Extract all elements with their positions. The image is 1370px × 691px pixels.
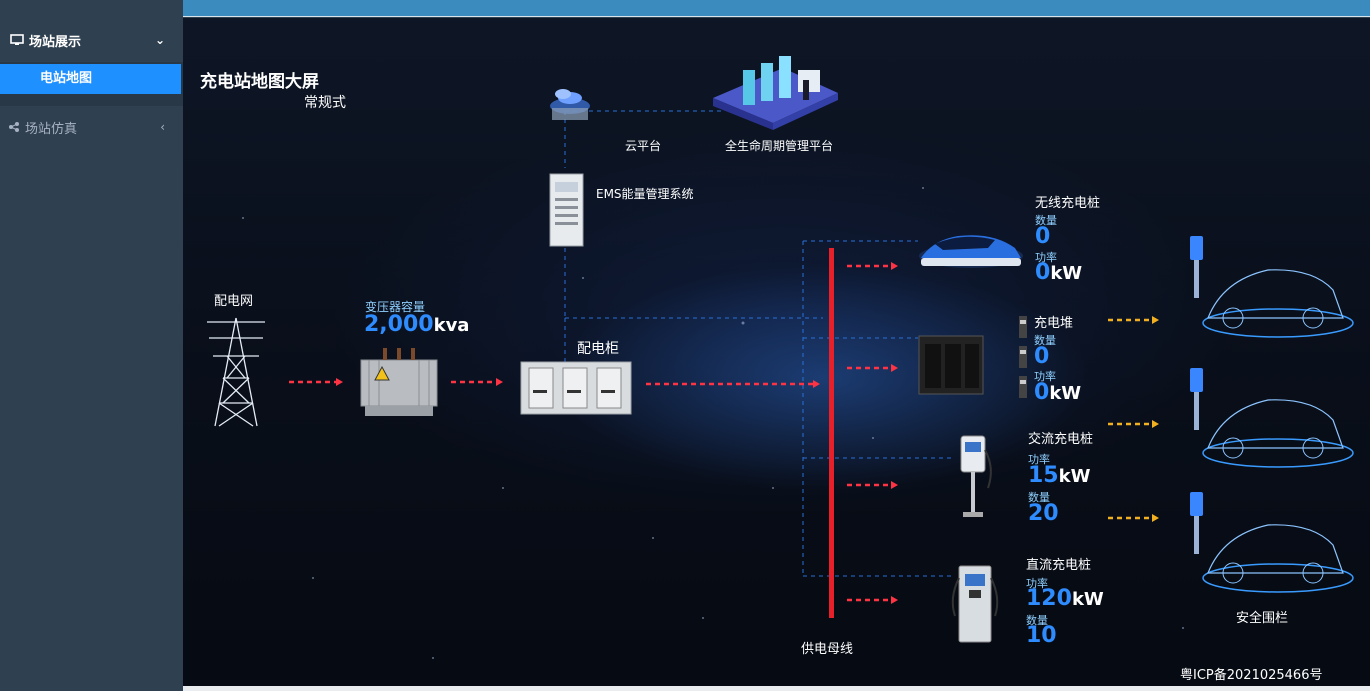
fence-label: 安全围栏 bbox=[1236, 611, 1289, 626]
wireless-count: 0 bbox=[1035, 224, 1051, 249]
ac-charger-icon bbox=[960, 435, 992, 517]
menu-station-simulation-label: 场站仿真 bbox=[25, 121, 78, 137]
chevron-left-icon: ‹ bbox=[160, 120, 165, 134]
pile-title: 充电堆 bbox=[1034, 316, 1074, 331]
cloud-platform-icon bbox=[550, 89, 590, 120]
pile-power-unit: kW bbox=[1049, 383, 1082, 404]
ems-label: EMS能量管理系统 bbox=[596, 187, 694, 201]
charging-stack-icon bbox=[918, 316, 1027, 398]
icp-record[interactable]: 粤ICP备2021025466号 bbox=[1180, 664, 1322, 683]
transformer-capacity-unit: kva bbox=[433, 315, 470, 336]
lifecycle-platform-label: 全生命周期管理平台 bbox=[725, 139, 834, 153]
power-bus-bar bbox=[829, 248, 834, 618]
grid-label: 配电网 bbox=[214, 294, 254, 309]
top-bar bbox=[183, 0, 1370, 17]
menu-station-display[interactable]: 场站展示 ⌄ bbox=[0, 18, 183, 62]
dc-power-value: 120 bbox=[1026, 586, 1072, 611]
wireless-power-value: 0 bbox=[1035, 260, 1051, 285]
power-tower-icon bbox=[207, 317, 265, 427]
station-diagram bbox=[207, 56, 1354, 659]
mode-label[interactable]: 常规式 bbox=[304, 92, 346, 112]
menu-station-display-label: 场站展示 bbox=[29, 34, 82, 50]
dc-power-unit: kW bbox=[1071, 589, 1104, 610]
station-map-screen: 充电站地图大屏 常规式 云平台 全生命周期管理平台 EMS能量管理系统 配电网 … bbox=[183, 18, 1370, 686]
cloud-platform-label: 云平台 bbox=[625, 139, 662, 153]
page-title: 充电站地图大屏 bbox=[200, 72, 319, 92]
share-icon bbox=[8, 121, 22, 133]
yellow-arrow-heads bbox=[1152, 316, 1159, 522]
submenu-item-station-map[interactable]: 电站地图 bbox=[0, 64, 181, 94]
pile-power: 0kW bbox=[1034, 380, 1081, 405]
ac-count: 20 bbox=[1028, 501, 1059, 526]
pile-count: 0 bbox=[1034, 344, 1050, 369]
bus-label: 供电母线 bbox=[801, 642, 854, 657]
transformer-capacity: 2,000kva bbox=[364, 312, 469, 337]
wireless-title: 无线充电桩 bbox=[1035, 196, 1101, 211]
network-dashed-lines bbox=[564, 110, 953, 577]
dc-count: 10 bbox=[1026, 623, 1057, 648]
lifecycle-platform-icon bbox=[713, 56, 838, 130]
ac-power-value: 15 bbox=[1028, 463, 1059, 488]
ev-car-wireframes bbox=[1190, 236, 1354, 593]
ac-title: 交流充电桩 bbox=[1028, 432, 1094, 447]
ems-cabinet-icon bbox=[549, 173, 584, 247]
menu-station-simulation[interactable]: 场站仿真 ‹ bbox=[0, 105, 183, 149]
cabinet-label: 配电柜 bbox=[577, 341, 619, 357]
wireless-power: 0kW bbox=[1035, 260, 1082, 285]
monitor-icon bbox=[10, 34, 24, 46]
transformer-capacity-value: 2,000 bbox=[364, 312, 434, 337]
chevron-down-icon: ⌄ bbox=[154, 33, 165, 47]
sidebar: 场站展示 ⌄ 电站地图 场站仿真 ‹ bbox=[0, 0, 183, 691]
dc-power: 120kW bbox=[1026, 586, 1104, 611]
distribution-cabinet-icon bbox=[520, 361, 632, 415]
wireless-power-unit: kW bbox=[1050, 263, 1083, 284]
wireless-charger-icon bbox=[919, 235, 1023, 268]
dc-charger-icon bbox=[951, 565, 999, 643]
bottom-bar bbox=[183, 686, 1370, 691]
yellow-flow-arrows bbox=[1108, 318, 1153, 520]
ac-power-unit: kW bbox=[1058, 466, 1091, 487]
ac-power: 15kW bbox=[1028, 463, 1090, 488]
dc-title: 直流充电桩 bbox=[1026, 558, 1092, 573]
transformer-icon bbox=[360, 348, 438, 416]
pile-power-value: 0 bbox=[1034, 380, 1050, 405]
